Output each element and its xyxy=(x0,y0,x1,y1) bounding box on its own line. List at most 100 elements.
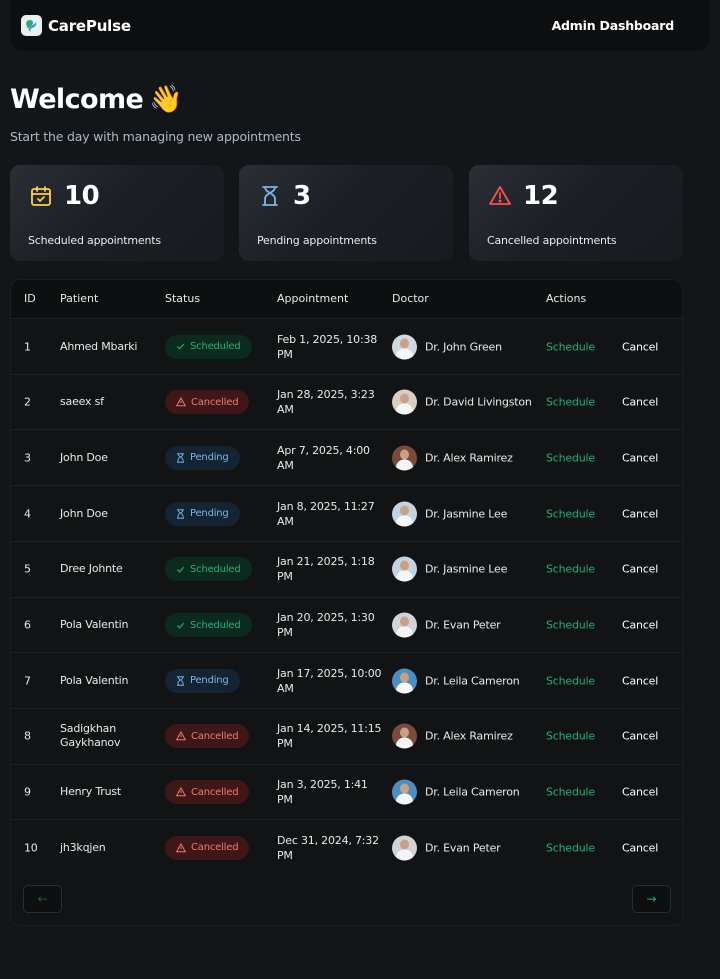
page-subtitle: Start the day with managing new appointm… xyxy=(10,129,301,144)
scheduled-label: Scheduled appointments xyxy=(28,234,161,247)
row-patient: Pola Valentin xyxy=(60,673,129,687)
status-badge: Pending xyxy=(165,445,240,470)
status-badge: Cancelled xyxy=(165,390,250,415)
status-label: Pending xyxy=(190,508,229,520)
doctor-name: Dr. John Green xyxy=(425,340,502,353)
row-patient: Dree Johnte xyxy=(60,562,123,576)
cancel-button[interactable]: Cancel xyxy=(622,674,658,687)
header-appointment: Appointment xyxy=(277,292,349,305)
doctor-name: Dr. Jasmine Lee xyxy=(425,507,508,521)
schedule-button[interactable]: Schedule xyxy=(546,619,595,632)
cancel-button[interactable]: Cancel xyxy=(622,340,658,353)
row-doctor: Dr. Leila Cameron xyxy=(392,779,520,805)
schedule-button[interactable]: Schedule xyxy=(546,396,595,409)
previous-page-button[interactable]: ← xyxy=(23,885,62,913)
next-page-button[interactable]: → xyxy=(632,885,671,913)
cancel-button[interactable]: Cancel xyxy=(622,619,658,632)
cancel-button[interactable]: Cancel xyxy=(622,786,658,799)
schedule-button[interactable]: Schedule xyxy=(546,507,595,520)
row-patient: Henry Trust xyxy=(60,785,121,799)
table-row: 8 Sadigkhan Gaykhanov Cancelled Jan 14, 202… xyxy=(11,707,682,764)
schedule-button[interactable]: Schedule xyxy=(546,674,595,687)
row-id: 10 xyxy=(24,841,38,855)
pending-label: Pending appointments xyxy=(257,234,377,247)
row-patient: Ahmed Mbarki xyxy=(60,339,138,353)
status-label: Scheduled xyxy=(190,563,241,575)
top-bar: CarePulse Admin Dashboard xyxy=(10,0,710,51)
status-label: Cancelled xyxy=(191,730,239,742)
status-badge: Pending xyxy=(165,501,240,526)
row-id: 7 xyxy=(24,674,31,688)
hourglass-icon xyxy=(257,183,283,209)
table-row: 1 Ahmed Mbarki Scheduled Feb 1, 2025, 10:38… xyxy=(11,318,682,374)
row-status: Cancelled xyxy=(165,780,250,805)
schedule-button[interactable]: Schedule xyxy=(546,340,595,353)
doctor-name: Dr. Alex Ramirez xyxy=(425,729,513,743)
status-label: Scheduled xyxy=(190,619,241,631)
row-status: Scheduled xyxy=(165,557,252,582)
doctor-avatar xyxy=(392,835,417,861)
doctor-name: Dr. Alex Ramirez xyxy=(425,451,513,465)
row-appointment: Jan 28, 2025, 3:23 AM xyxy=(277,388,375,417)
cancel-button[interactable]: Cancel xyxy=(622,563,658,576)
table-row: 6 Pola Valentin Scheduled Jan 20, 2025, 1:3… xyxy=(11,596,682,653)
row-id: 6 xyxy=(24,618,31,632)
stat-card-cancelled: 12 Cancelled appointments xyxy=(469,165,683,261)
status-label: Cancelled xyxy=(191,786,239,798)
schedule-button[interactable]: Schedule xyxy=(546,786,595,799)
doctor-avatar xyxy=(392,779,417,805)
doctor-avatar xyxy=(392,334,417,359)
doctor-avatar xyxy=(392,389,417,415)
row-id: 5 xyxy=(24,562,31,576)
schedule-button[interactable]: Schedule xyxy=(546,451,595,464)
row-status: Scheduled xyxy=(165,334,252,359)
doctor-name: Dr. Evan Peter xyxy=(425,841,501,855)
row-appointment: Jan 20, 2025, 1:30 PM xyxy=(277,611,375,639)
schedule-button[interactable]: Schedule xyxy=(546,841,595,854)
warning-icon xyxy=(176,787,186,797)
cancel-button[interactable]: Cancel xyxy=(622,841,658,854)
row-appointment: Dec 31, 2024, 7:32 PM xyxy=(277,833,379,862)
row-doctor: Dr. Evan Peter xyxy=(392,835,501,861)
header-id: ID xyxy=(24,292,36,305)
header-status: Status xyxy=(165,292,201,305)
status-label: Pending xyxy=(190,675,229,687)
row-doctor: Dr. Jasmine Lee xyxy=(392,556,507,582)
schedule-button[interactable]: Schedule xyxy=(546,730,595,743)
row-appointment: Jan 3, 2025, 1:41 PM xyxy=(277,778,368,807)
cancel-button[interactable]: Cancel xyxy=(622,507,658,520)
doctor-name: Dr. Leila Cameron xyxy=(425,785,520,799)
row-status: Scheduled xyxy=(165,613,252,637)
row-patient: John Doe xyxy=(60,506,108,520)
warning-icon xyxy=(176,397,186,407)
brand[interactable]: CarePulse xyxy=(21,15,131,36)
cancel-button[interactable]: Cancel xyxy=(622,730,658,743)
header-actions: Actions xyxy=(546,292,587,305)
row-patient: Pola Valentin xyxy=(60,618,129,631)
row-id: 4 xyxy=(24,507,31,521)
row-patient: Sadigkhan Gaykhanov xyxy=(60,722,121,750)
row-patient: saeex sf xyxy=(60,395,104,409)
row-appointment: Jan 21, 2025, 1:18 PM xyxy=(277,555,375,584)
schedule-button[interactable]: Schedule xyxy=(546,563,595,576)
row-id: 9 xyxy=(24,785,31,799)
status-label: Cancelled xyxy=(191,842,239,854)
cancelled-label: Cancelled appointments xyxy=(487,234,617,247)
stat-card-pending: 3 Pending appointments xyxy=(239,165,453,261)
cancel-button[interactable]: Cancel xyxy=(622,451,658,464)
row-appointment: Feb 1, 2025, 10:38 PM xyxy=(277,332,378,361)
header-patient: Patient xyxy=(60,292,99,305)
warning-icon xyxy=(487,183,513,209)
hourglass-icon xyxy=(176,508,185,519)
table-row: 10 jh3kqjen Cancelled Dec 31, 2024, 7:32 PM… xyxy=(11,819,682,875)
waving-hand-icon: 👋 xyxy=(149,84,183,115)
status-label: Pending xyxy=(190,452,229,464)
row-appointment: Apr 7, 2025, 4:00 AM xyxy=(277,443,370,472)
check-icon xyxy=(176,565,185,574)
doctor-avatar xyxy=(392,445,417,471)
row-id: 1 xyxy=(24,340,31,353)
cancel-button[interactable]: Cancel xyxy=(622,396,658,409)
warning-icon xyxy=(176,842,186,853)
doctor-name: Dr. David Livingston xyxy=(425,395,532,409)
status-badge: Pending xyxy=(165,668,240,693)
